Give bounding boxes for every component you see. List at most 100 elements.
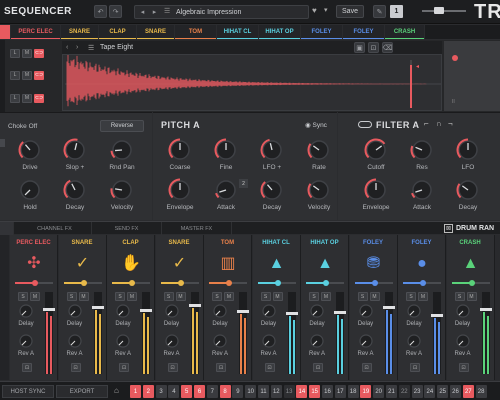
step-button-3[interactable]: 3: [155, 385, 167, 398]
filter-lfo-knob[interactable]: [456, 138, 480, 162]
layer-3-lock-button[interactable]: L: [10, 93, 20, 103]
strip-fader-handle[interactable]: [188, 304, 201, 307]
export-button[interactable]: EXPORT: [56, 385, 108, 398]
strip-reverb-knob[interactable]: [18, 333, 34, 349]
strip-fx-button[interactable]: ⊡: [22, 363, 32, 372]
step-button-22[interactable]: 22: [398, 385, 410, 398]
xy-pad-handle[interactable]: [452, 55, 458, 61]
strip-fader-handle[interactable]: [91, 306, 104, 309]
strip-fader-handle[interactable]: [479, 308, 492, 311]
layer-1-lock-button[interactable]: L: [10, 48, 20, 58]
pitch-mod-badge[interactable]: 2: [239, 179, 248, 188]
strip-pan-handle[interactable]: [323, 280, 329, 286]
strip-mute-button[interactable]: M: [369, 292, 380, 301]
step-button-10[interactable]: 10: [245, 385, 257, 398]
strip-fader-handle[interactable]: [431, 314, 443, 317]
tab-master-fx[interactable]: MASTER FX: [162, 222, 232, 235]
layer-2-link-icon[interactable]: ⊂⊃: [34, 70, 44, 80]
reverse-button[interactable]: Reverse: [100, 120, 144, 132]
strip-pan-handle[interactable]: [274, 280, 281, 286]
filter-power-toggle[interactable]: [358, 121, 372, 128]
fine-knob[interactable]: [214, 138, 238, 162]
strip-reverb-knob[interactable]: [212, 333, 228, 349]
heart-icon[interactable]: ♥: [312, 6, 317, 15]
strip-fx-button[interactable]: ⊡: [410, 363, 420, 372]
fx-collapse-tab[interactable]: [0, 222, 14, 235]
pitch-lfo-knob[interactable]: [260, 138, 284, 162]
choke-selector[interactable]: Choke Off: [8, 123, 37, 130]
strip-pan-slider[interactable]: [257, 280, 296, 286]
strip-volume-fader[interactable]: [140, 292, 152, 374]
tab-perc-elec-0[interactable]: PERC ELEC: [11, 25, 61, 39]
strip-fader-handle[interactable]: [334, 311, 346, 314]
strip-reverb-knob[interactable]: [67, 333, 83, 349]
tab-foley-8[interactable]: FOLEY: [343, 25, 385, 39]
sample-browse-icon[interactable]: ☰: [88, 44, 94, 52]
strip-fader-handle[interactable]: [382, 306, 395, 309]
strip-delay-knob[interactable]: [164, 303, 180, 319]
strip-pan-slider[interactable]: [160, 280, 199, 286]
drum-rack-icon[interactable]: ⊠: [444, 224, 453, 233]
save-button[interactable]: Save: [336, 5, 364, 18]
strip-pan-slider[interactable]: [451, 280, 490, 286]
coarse-knob[interactable]: [168, 138, 192, 162]
strip-delay-knob[interactable]: [115, 303, 131, 319]
layer-level-marker-icon[interactable]: ◂: [416, 63, 419, 70]
strip-pan-slider[interactable]: [209, 280, 247, 286]
strip-pan-handle[interactable]: [177, 280, 184, 286]
step-button-14[interactable]: 14: [296, 385, 308, 398]
mini-xy-pad[interactable]: II: [444, 41, 500, 111]
pitch-decay-knob[interactable]: [260, 178, 284, 202]
step-button-25[interactable]: 25: [437, 385, 449, 398]
strip-fader-handle[interactable]: [43, 308, 55, 311]
step-button-13[interactable]: 13: [283, 385, 295, 398]
amp-side-tab[interactable]: [0, 139, 5, 147]
filter-type-bp-icon[interactable]: ∩: [436, 119, 442, 128]
strip-solo-button[interactable]: S: [406, 292, 416, 301]
strip-volume-fader[interactable]: [43, 292, 55, 374]
strip-delay-knob[interactable]: [212, 303, 228, 319]
strip-solo-button[interactable]: S: [309, 292, 319, 301]
sample-prev-icon[interactable]: ‹: [66, 44, 68, 51]
strip-mute-button[interactable]: M: [224, 292, 234, 301]
step-button-21[interactable]: 21: [386, 385, 397, 398]
strip-reverb-knob[interactable]: [358, 333, 374, 349]
strip-fx-button[interactable]: ⊡: [216, 363, 226, 372]
strip-reverb-knob[interactable]: [406, 333, 422, 349]
pitch-attack-knob[interactable]: [214, 178, 238, 202]
strip-fader-handle[interactable]: [285, 312, 298, 315]
tab-channel-fx[interactable]: CHANNEL FX: [18, 222, 92, 235]
strip-solo-button[interactable]: S: [260, 292, 271, 301]
filter-type-hp-icon[interactable]: ¬: [448, 119, 453, 128]
redo-button[interactable]: ↷: [109, 5, 122, 18]
strip-delay-knob[interactable]: [18, 303, 34, 319]
strip-solo-button[interactable]: S: [115, 292, 125, 301]
strip-pan-slider[interactable]: [354, 280, 393, 286]
strip-mute-button[interactable]: M: [418, 292, 428, 301]
strip-fx-button[interactable]: ⊡: [119, 363, 129, 372]
strip-mute-button[interactable]: M: [466, 292, 477, 301]
layer-3-link-icon[interactable]: ⊂⊃: [34, 93, 44, 103]
filter-type-lp-icon[interactable]: ⌐: [424, 119, 429, 128]
tab-clap-2[interactable]: CLAP: [99, 25, 137, 39]
strip-pan-slider[interactable]: [112, 280, 150, 286]
step-button-27[interactable]: 27: [462, 385, 474, 398]
strip-pan-slider[interactable]: [403, 280, 441, 286]
settings-wrench-icon[interactable]: ✎: [373, 5, 386, 18]
hold-knob[interactable]: [18, 178, 42, 202]
strip-volume-fader[interactable]: [237, 292, 249, 374]
strip-fx-button[interactable]: ⊡: [264, 363, 275, 372]
tab-hihat-op-6[interactable]: HIHAT OP: [259, 25, 301, 39]
strip-solo-button[interactable]: S: [66, 292, 77, 301]
amp-decay-knob[interactable]: [63, 178, 87, 202]
strip-volume-fader[interactable]: [334, 292, 346, 374]
browse-icon[interactable]: ☰: [164, 7, 170, 15]
strip-pan-handle[interactable]: [80, 280, 87, 286]
drive-knob[interactable]: [18, 138, 42, 162]
strip-delay-knob[interactable]: [67, 303, 83, 319]
sequencer-lock-icon[interactable]: ⌂: [114, 386, 119, 395]
host-sync-button[interactable]: HOST SYNC: [2, 385, 54, 398]
strip-solo-button[interactable]: S: [163, 292, 174, 301]
strip-pan-handle[interactable]: [129, 280, 135, 286]
strip-pan-slider[interactable]: [15, 280, 53, 286]
